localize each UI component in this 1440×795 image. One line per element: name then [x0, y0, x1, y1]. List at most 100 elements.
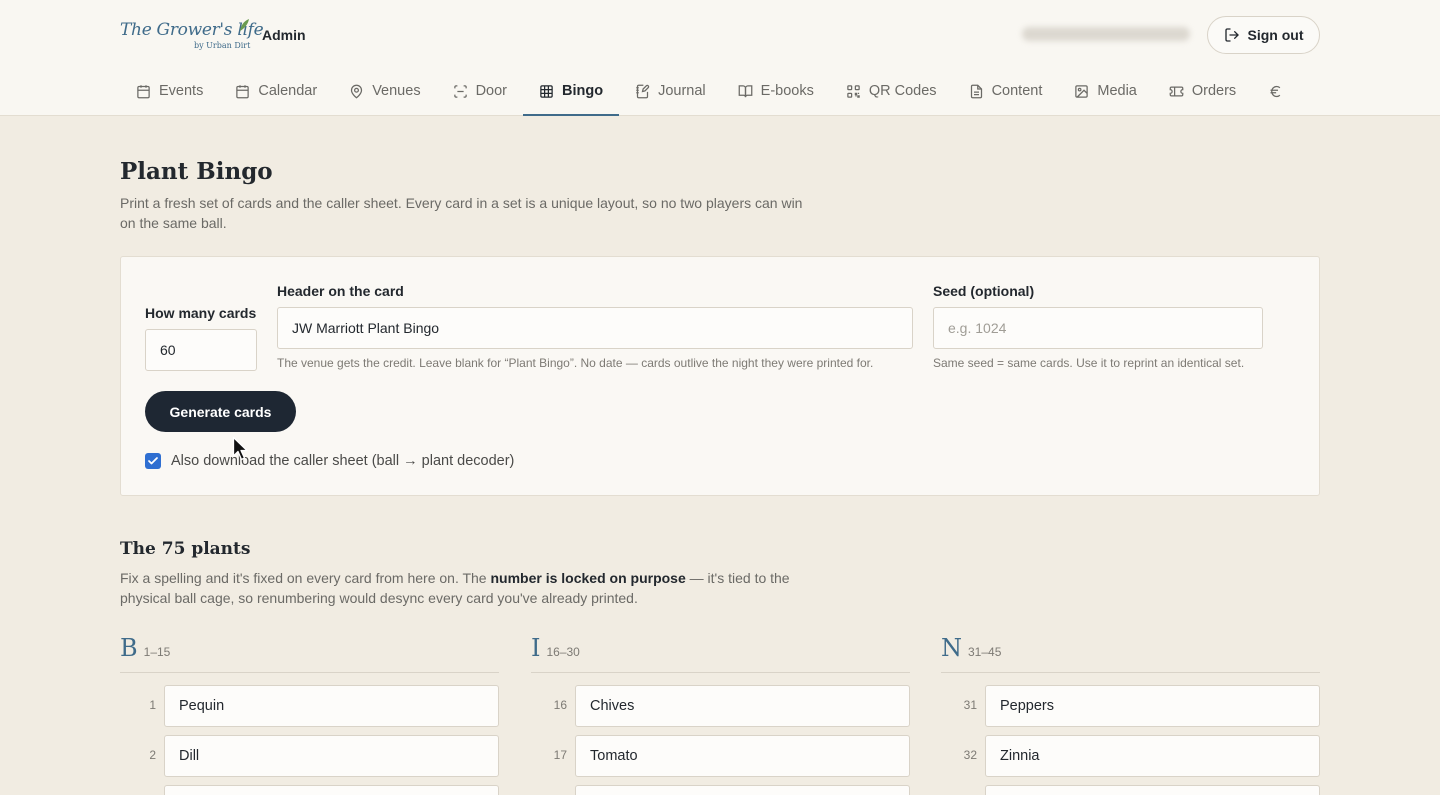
column-i: I 16–30 16 17: [531, 634, 910, 795]
tab-label: Door: [475, 83, 508, 99]
plant-name-input[interactable]: [985, 735, 1320, 777]
header-label: Header on the card: [277, 283, 404, 299]
check-icon: [148, 457, 158, 465]
tab-door[interactable]: Door: [437, 68, 523, 116]
plant-name-input[interactable]: [575, 785, 910, 795]
card-count-label: How many cards: [145, 305, 257, 321]
caller-sheet-label[interactable]: Also download the caller sheet (ball → p…: [171, 453, 514, 469]
user-email-redacted: [1022, 27, 1190, 41]
tab-qr-codes[interactable]: QR Codes: [830, 68, 953, 116]
plant-number: 2: [149, 748, 156, 762]
file-text-icon: [970, 84, 982, 98]
column-range: 31–45: [968, 645, 1002, 659]
tab-label: Events: [159, 83, 204, 99]
plant-row: 16: [531, 685, 910, 727]
tab-label: Venues: [372, 83, 421, 99]
header-input[interactable]: [277, 307, 913, 349]
page-intro: Print a fresh set of cards and the calle…: [120, 195, 803, 231]
plant-number: 32: [963, 748, 977, 762]
tab-label: E-books: [760, 83, 814, 99]
logo-subtext: by Urban Dirt: [194, 41, 251, 50]
column-range: 1–15: [143, 645, 171, 659]
plant-number: 1: [149, 698, 156, 712]
euro-icon: [1270, 85, 1281, 97]
header-help: The venue gets the credit. Leave blank f…: [277, 356, 874, 370]
column-header: N 31–45: [941, 634, 1320, 673]
plant-name-input[interactable]: [575, 735, 910, 777]
tab-label: Media: [1097, 83, 1137, 99]
plant-name-input[interactable]: [164, 785, 499, 795]
ticket-icon: [1169, 86, 1184, 96]
plant-row-partial: [531, 785, 910, 795]
tab-more-truncated[interactable]: [1252, 68, 1299, 116]
notebook-pen-icon: [636, 84, 650, 98]
tab-venues[interactable]: Venues: [333, 68, 436, 116]
caller-sheet-checkbox[interactable]: [145, 453, 161, 469]
generate-cards-button[interactable]: Generate cards: [145, 391, 296, 432]
plant-row: 32: [941, 735, 1320, 777]
calendar-icon: [236, 84, 250, 98]
tab-orders[interactable]: Orders: [1153, 68, 1252, 116]
book-open-icon: [738, 84, 753, 97]
column-n: N 31–45 31 32: [941, 634, 1320, 795]
plant-row-partial: [941, 785, 1320, 795]
brand: The Grower's life by Urban Dirt Admin: [120, 18, 306, 54]
seed-label: Seed (optional): [933, 283, 1035, 299]
plant-name-input[interactable]: [985, 685, 1320, 727]
plants-section-title: The 75 plants: [120, 539, 251, 559]
logo[interactable]: The Grower's life by Urban Dirt: [120, 18, 264, 54]
tab-ebooks[interactable]: E-books: [722, 68, 830, 116]
plant-name-input[interactable]: [575, 685, 910, 727]
plant-name-input[interactable]: [985, 785, 1320, 795]
tab-label: QR Codes: [868, 83, 937, 99]
plant-number: 17: [553, 748, 567, 762]
tab-label: Orders: [1191, 83, 1237, 99]
column-header: B 1–15: [120, 634, 499, 673]
tab-calendar[interactable]: Calendar: [219, 68, 333, 116]
plants-intro: Fix a spelling and it's fixed on every c…: [120, 568, 800, 608]
leaf-icon: [240, 19, 249, 31]
sign-out-label: Sign out: [1247, 27, 1304, 43]
admin-label: Admin: [262, 27, 306, 43]
seed-input[interactable]: [933, 307, 1263, 349]
column-letter: I: [531, 634, 541, 662]
column-letter: B: [120, 634, 138, 662]
plant-name-input[interactable]: [164, 735, 499, 777]
column-letter: N: [941, 634, 962, 662]
plant-row-partial: [120, 785, 499, 795]
tab-bingo[interactable]: Bingo: [523, 68, 620, 116]
plants-intro-bold: number is locked on purpose: [490, 570, 686, 586]
plant-row: 1: [120, 685, 499, 727]
qr-code-icon: [847, 84, 860, 98]
grid-icon: [540, 84, 553, 98]
column-b: B 1–15 1 2: [120, 634, 499, 795]
mouse-cursor-icon: [232, 436, 248, 461]
plant-number: 16: [553, 698, 567, 712]
tab-label: Journal: [658, 83, 706, 99]
scan-icon: [453, 84, 467, 98]
plant-number: 31: [963, 698, 977, 712]
sign-out-button[interactable]: Sign out: [1207, 16, 1320, 54]
tab-label: Calendar: [258, 83, 318, 99]
seed-help: Same seed = same cards. Use it to reprin…: [933, 356, 1245, 370]
tab-label: Content: [991, 83, 1043, 99]
plant-name-input[interactable]: [164, 685, 499, 727]
tab-media[interactable]: Media: [1058, 68, 1153, 116]
generator-card: How many cards Header on the card The ve…: [120, 256, 1320, 496]
tab-label: Bingo: [562, 83, 604, 99]
page-title: Plant Bingo: [120, 158, 273, 185]
column-range: 16–30: [546, 645, 580, 659]
main-nav: Events Calendar Venues Door Bingo Journa…: [120, 68, 1345, 116]
tab-events[interactable]: Events: [120, 68, 219, 116]
tab-content[interactable]: Content: [953, 68, 1059, 116]
map-pin-icon: [351, 84, 363, 99]
tab-journal[interactable]: Journal: [619, 68, 722, 116]
log-out-icon: [1224, 28, 1239, 42]
plant-row: 17: [531, 735, 910, 777]
plant-row: 31: [941, 685, 1320, 727]
plant-row: 2: [120, 735, 499, 777]
top-bar: The Grower's life by Urban Dirt Admin Si…: [0, 0, 1440, 116]
column-header: I 16–30: [531, 634, 910, 673]
card-count-input[interactable]: [145, 329, 257, 371]
plants-intro-before: Fix a spelling and it's fixed on every c…: [120, 570, 491, 586]
